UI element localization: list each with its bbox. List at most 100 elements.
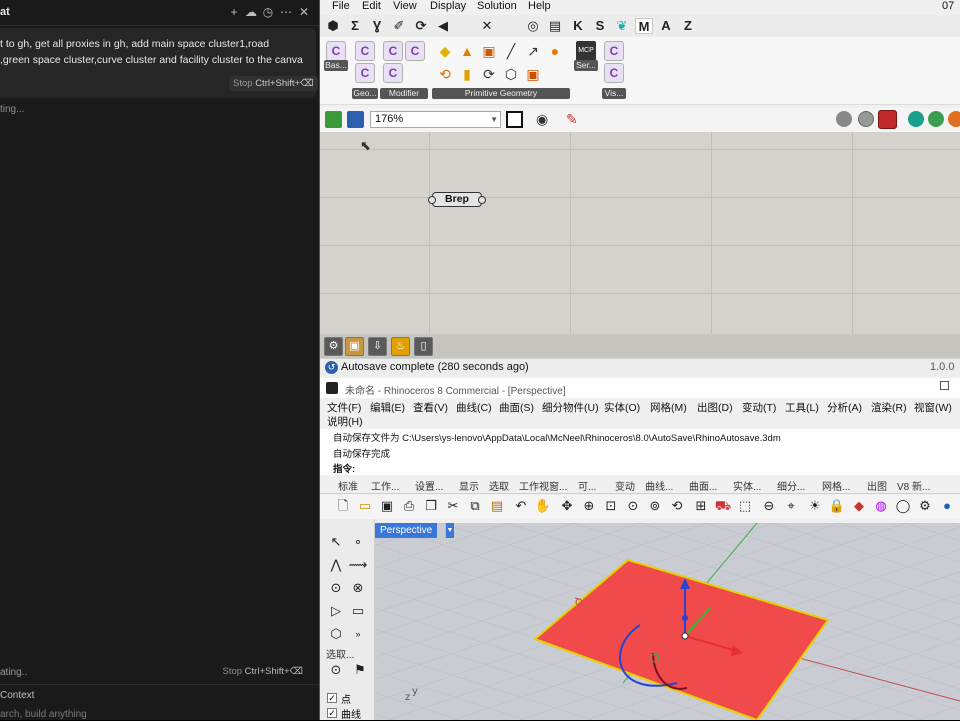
cone-icon[interactable]: ▲ [458, 42, 476, 60]
menu-subd[interactable]: 细分物件(U) [542, 401, 599, 416]
close-icon[interactable]: ✕ [297, 4, 311, 20]
color-wheel-icon[interactable]: ◍ [872, 497, 890, 515]
osnap-curve-checkbox[interactable]: ✓ [327, 708, 337, 718]
perspective-viewport[interactable]: z y Perspective ▼ [375, 523, 960, 720]
tab-setview[interactable]: 设置... [415, 478, 443, 493]
tab-m-active[interactable]: M [635, 18, 653, 34]
chat-input[interactable]: arch, build anything [0, 709, 87, 720]
menu-file[interactable]: 文件(F) [327, 401, 361, 416]
line-icon[interactable]: ╱ [502, 42, 520, 60]
menu-display[interactable]: Display [430, 0, 466, 12]
more-icon[interactable]: » [348, 624, 368, 644]
menu-edit[interactable]: Edit [362, 0, 381, 12]
open-file-icon[interactable] [325, 111, 342, 128]
tab-surface[interactable]: ◀ [434, 18, 452, 34]
box-icon[interactable]: ◆ [436, 42, 454, 60]
tab-drafting[interactable]: 出图 [867, 478, 887, 493]
display-mode-icon[interactable] [948, 111, 960, 127]
undo-icon[interactable]: ↶ [512, 497, 530, 515]
curve-icon[interactable]: ⟿ [348, 555, 368, 575]
tab-display[interactable]: ◎ [524, 18, 542, 34]
gumball-handle[interactable] [682, 615, 688, 621]
box-icon[interactable]: ▣ [345, 337, 364, 356]
tab-solid[interactable]: 实体... [733, 478, 761, 493]
context-label[interactable]: Context [0, 690, 34, 701]
light-icon[interactable]: ☀ [806, 497, 824, 515]
display-mode-icon[interactable] [928, 111, 944, 127]
tab-k[interactable]: K [569, 18, 587, 34]
import-icon[interactable]: ❐ [422, 497, 440, 515]
menu-edit[interactable]: 编辑(E) [370, 401, 405, 416]
tab-curve[interactable]: ⟳ [412, 18, 430, 34]
gh-canvas[interactable]: ⬉ Brep [320, 132, 960, 334]
settings-icon[interactable]: ⚙ [324, 337, 343, 356]
rotate-view-icon[interactable]: ⟲ [668, 497, 686, 515]
named-view-icon[interactable]: ⬚ [736, 497, 754, 515]
new-file-icon[interactable]: 🗋 [334, 497, 352, 515]
tab-display[interactable]: 显示 [459, 478, 479, 493]
polygon-icon[interactable]: ⬡ [326, 624, 346, 644]
menu-window[interactable]: 视窗(W) [914, 401, 952, 416]
tab-visibility[interactable]: 可... [578, 478, 596, 493]
menu-drafting[interactable]: 出图(D) [697, 401, 733, 416]
fire-icon[interactable]: ♨ [391, 337, 410, 356]
menu-solution[interactable]: Solution [477, 0, 517, 12]
tab-workplane[interactable]: 工作... [371, 478, 399, 493]
component-icon[interactable]: C [355, 63, 375, 83]
triangle-icon[interactable]: ▷ [326, 601, 346, 621]
zoom-window-icon[interactable]: ⊡ [602, 497, 620, 515]
tab-surface[interactable]: 曲面... [689, 478, 717, 493]
eye-icon[interactable]: ◉ [536, 111, 548, 128]
settings-icon[interactable]: ⚙ [916, 497, 934, 515]
rectangle-icon[interactable]: ▭ [348, 601, 368, 621]
viewport-title[interactable]: Perspective [375, 523, 438, 538]
component-icon[interactable]: C [326, 41, 346, 61]
save-icon[interactable]: ▣ [378, 497, 396, 515]
mcp-icon[interactable]: MCP [576, 41, 596, 61]
rotate-icon[interactable]: ⟳ [480, 65, 498, 83]
target-icon[interactable]: ⊙ [326, 660, 346, 680]
arc-icon[interactable]: ↗ [524, 42, 542, 60]
tab-transform[interactable]: 变动 [615, 478, 635, 493]
point-icon[interactable]: ∘ [348, 532, 368, 552]
brep-component[interactable]: Brep [428, 192, 486, 207]
sphere-icon[interactable]: ● [546, 42, 564, 60]
tab-select[interactable]: 选取 [489, 478, 509, 493]
print-icon[interactable]: ⎙ [400, 497, 418, 515]
sketch-icon[interactable] [506, 111, 523, 128]
menu-tools[interactable]: 工具(L) [785, 401, 819, 416]
stop-button-bottom[interactable]: Stop Ctrl+Shift+⌫ [222, 666, 303, 677]
polygon-icon[interactable]: ⬡ [502, 65, 520, 83]
circle-icon[interactable]: ⊙ [326, 578, 346, 598]
chevron-down-icon[interactable]: ▼ [445, 523, 454, 538]
osnap-point-checkbox[interactable]: ✓ [327, 693, 337, 703]
menu-surface[interactable]: 曲面(S) [499, 401, 534, 416]
tab-s[interactable]: S [591, 18, 609, 34]
tab-subd[interactable]: 细分... [777, 478, 805, 493]
tab-curve[interactable]: 曲线... [645, 478, 673, 493]
save-icon[interactable] [347, 111, 364, 128]
component-icon[interactable]: C [383, 41, 403, 61]
component-icon[interactable]: C [604, 41, 624, 61]
zoom-selected-icon[interactable]: ⊚ [646, 497, 664, 515]
maximize-icon[interactable] [940, 381, 949, 390]
tab-intersect[interactable]: ✕ [478, 18, 496, 34]
move-view-icon[interactable]: ✥ [558, 497, 576, 515]
display-mode-icon[interactable] [908, 111, 924, 127]
paste-icon[interactable]: ▤ [488, 497, 506, 515]
plane-icon[interactable]: ⊖ [760, 497, 778, 515]
menu-view[interactable]: 查看(V) [413, 401, 448, 416]
shaded-icon[interactable] [878, 110, 897, 129]
menu-help[interactable]: Help [528, 0, 551, 12]
pan-icon[interactable]: ✋ [534, 497, 552, 515]
lock-icon[interactable]: ▯ [414, 337, 433, 356]
cloud-icon[interactable]: ☁ [244, 4, 258, 20]
component-icon[interactable]: C [604, 63, 624, 83]
more-icon[interactable]: ⋯ [279, 4, 293, 20]
wire-icon[interactable] [858, 111, 874, 127]
plus-icon[interactable]: + [227, 4, 241, 20]
tab-mesh[interactable]: 网格... [822, 478, 850, 493]
component-icon[interactable]: C [405, 41, 425, 61]
download-icon[interactable]: ⇩ [368, 337, 387, 356]
tab-standard[interactable]: 标准 [338, 478, 358, 493]
